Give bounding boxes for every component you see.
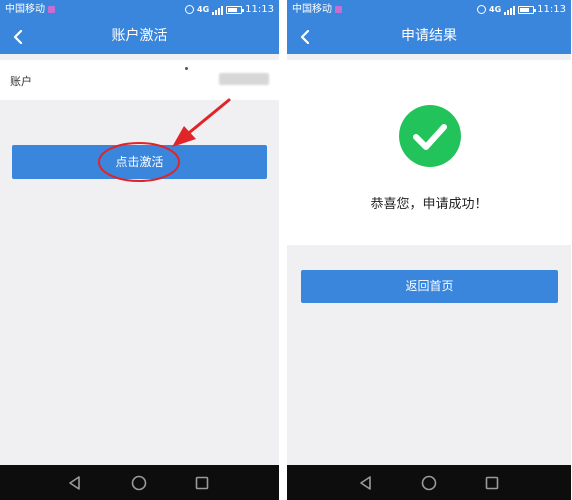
return-home-button[interactable]: 返回首页 bbox=[301, 270, 558, 303]
battery-icon bbox=[226, 5, 245, 14]
nav-recent-button[interactable] bbox=[483, 474, 501, 492]
carrier-label: 中国移动 bbox=[292, 0, 342, 19]
account-value-redacted bbox=[219, 73, 269, 85]
result-panel: 恭喜您，申请成功！ bbox=[287, 60, 571, 245]
stray-dot bbox=[185, 67, 188, 70]
activate-button-label: 点击激活 bbox=[115, 155, 164, 169]
status-time: 11:13 bbox=[245, 4, 274, 15]
nav-home-icon bbox=[131, 475, 147, 491]
sim-icon bbox=[335, 5, 342, 13]
status-bar: 中国移动 4G 11:13 bbox=[0, 0, 279, 19]
account-row: 账户 bbox=[0, 60, 279, 100]
alarm-icon bbox=[477, 5, 487, 14]
application-result-screen: 中国移动 4G 11:13 申请结果 恭喜您，申请成功！ 返回首页 bbox=[287, 0, 571, 500]
nav-home-button[interactable] bbox=[420, 474, 438, 492]
nav-recent-icon bbox=[485, 476, 499, 490]
title-bar: 申请结果 bbox=[287, 19, 571, 54]
activate-button[interactable]: 点击激活 bbox=[12, 145, 267, 179]
nav-bar bbox=[287, 465, 571, 500]
result-message: 恭喜您，申请成功！ bbox=[370, 197, 488, 212]
alarm-icon bbox=[185, 5, 195, 14]
nav-recent-button[interactable] bbox=[193, 474, 211, 492]
nav-back-icon bbox=[360, 476, 371, 490]
back-button[interactable] bbox=[9, 19, 33, 54]
network-type: 4G bbox=[197, 5, 210, 14]
sim-icon bbox=[48, 5, 55, 13]
battery-icon bbox=[518, 5, 537, 14]
carrier-label: 中国移动 bbox=[5, 0, 55, 19]
checkmark-icon bbox=[399, 105, 461, 167]
nav-bar bbox=[0, 465, 279, 500]
page-title: 申请结果 bbox=[401, 28, 457, 44]
back-arrow-icon bbox=[300, 30, 310, 44]
account-label: 账户 bbox=[10, 75, 32, 88]
nav-back-button[interactable] bbox=[66, 474, 84, 492]
back-arrow-icon bbox=[13, 30, 23, 44]
nav-back-icon bbox=[69, 476, 80, 490]
signal-icon bbox=[504, 5, 516, 15]
return-home-button-label: 返回首页 bbox=[405, 279, 454, 293]
nav-recent-icon bbox=[195, 476, 209, 490]
account-activation-screen: 中国移动 4G 11:13 账户激活 账户 点击激活 bbox=[0, 0, 279, 500]
nav-home-button[interactable] bbox=[130, 474, 148, 492]
status-bar: 中国移动 4G 11:13 bbox=[287, 0, 571, 19]
back-button[interactable] bbox=[296, 19, 320, 54]
network-type: 4G bbox=[489, 5, 502, 14]
page-title: 账户激活 bbox=[111, 28, 168, 44]
title-bar: 账户激活 bbox=[0, 19, 279, 54]
annotation-arrow bbox=[172, 98, 231, 147]
signal-icon bbox=[212, 5, 224, 15]
nav-back-button[interactable] bbox=[357, 474, 375, 492]
status-time: 11:13 bbox=[537, 4, 566, 15]
nav-home-icon bbox=[421, 475, 437, 491]
